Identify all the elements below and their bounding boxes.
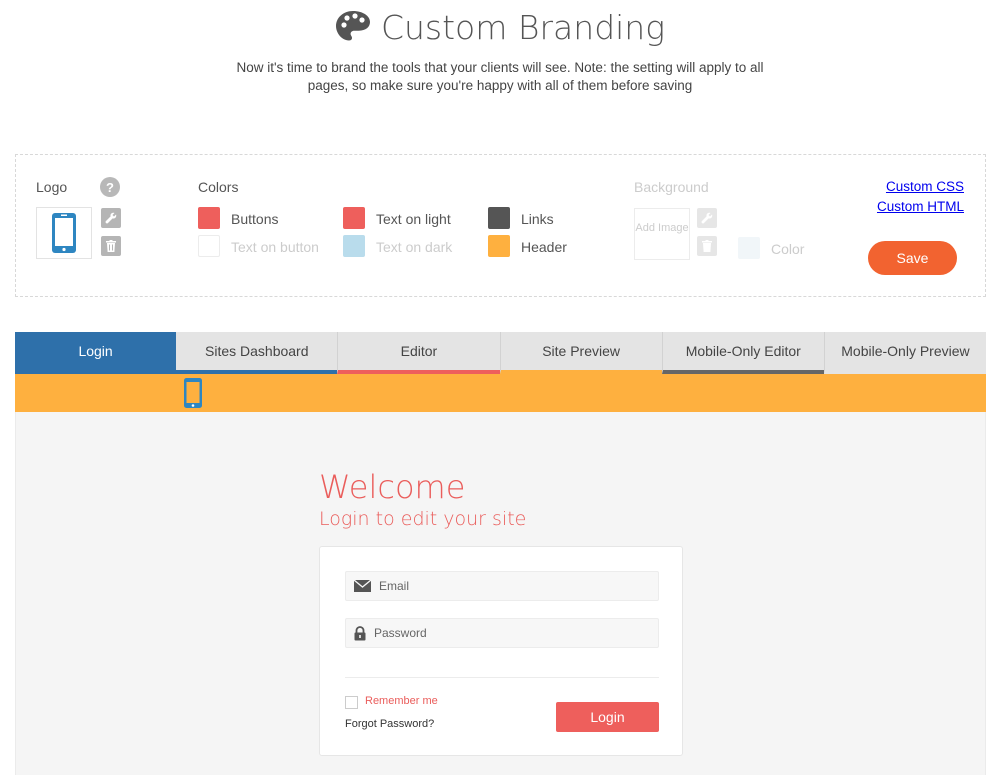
buttons-color-swatch[interactable] [198, 207, 220, 229]
mobile-phone-icon [184, 378, 202, 408]
welcome-heading: Welcome [319, 468, 466, 506]
trash-icon [702, 240, 712, 252]
wrench-icon [105, 212, 117, 224]
add-background-image[interactable]: Add Image [634, 208, 690, 260]
background-label: Background [634, 179, 709, 195]
delete-logo-button[interactable] [101, 236, 121, 256]
login-preview: Welcome Login to edit your site Remember… [15, 412, 986, 775]
logo-label: Logo [36, 179, 68, 195]
text-on-button-color-label: Text on button [231, 239, 319, 255]
wrench-icon [701, 212, 713, 224]
palette-icon [335, 11, 370, 41]
password-input[interactable] [374, 626, 634, 640]
email-input[interactable] [379, 579, 639, 593]
delete-background-button[interactable] [697, 236, 717, 256]
login-button[interactable]: Login [556, 702, 659, 732]
remember-me-checkbox[interactable] [345, 696, 358, 709]
form-divider [345, 677, 659, 678]
tab-mobile-only-editor[interactable]: Mobile-Only Editor [661, 332, 824, 374]
edit-logo-button[interactable] [101, 208, 121, 228]
preview-header-bar [15, 374, 986, 412]
branding-settings-panel: Logo ? Colors Buttons Text on button Tex… [15, 154, 986, 297]
envelope-icon [354, 580, 371, 592]
forgot-password-link[interactable]: Forgot Password? [345, 718, 434, 730]
edit-background-button[interactable] [697, 208, 717, 228]
save-button[interactable]: Save [868, 241, 957, 275]
buttons-color-label: Buttons [231, 211, 279, 227]
logo-preview[interactable] [36, 207, 92, 259]
text-on-button-color-swatch[interactable] [198, 235, 220, 257]
mobile-phone-icon [52, 213, 76, 253]
preview-tabs: Login Sites Dashboard Editor Site Previe… [15, 332, 987, 374]
trash-icon [106, 240, 116, 252]
links-color-swatch[interactable] [488, 207, 510, 229]
remember-me-label: Remember me [365, 695, 438, 707]
tab-mobile-only-preview[interactable]: Mobile-Only Preview [823, 332, 987, 374]
custom-css-link[interactable]: Custom CSS [886, 179, 964, 194]
text-on-dark-color-label: Text on dark [376, 239, 453, 255]
colors-label: Colors [198, 179, 239, 195]
welcome-subheading: Login to edit your site [319, 508, 527, 530]
header-color-swatch[interactable] [488, 235, 510, 257]
email-field-wrapper[interactable] [345, 571, 659, 601]
text-on-light-color-swatch[interactable] [343, 207, 365, 229]
password-field-wrapper[interactable] [345, 618, 659, 648]
tab-login[interactable]: Login [15, 332, 177, 374]
tab-sites-dashboard[interactable]: Sites Dashboard [176, 332, 338, 374]
lock-icon [354, 625, 366, 640]
page-header: Custom Branding [0, 0, 1000, 54]
header-color-label: Header [521, 239, 567, 255]
page-subtitle: Now it's time to brand the tools that yo… [236, 60, 764, 93]
background-color-swatch[interactable] [738, 237, 760, 259]
background-color-label: Color [771, 241, 805, 257]
login-form: Remember me Forgot Password? Login [319, 546, 683, 756]
text-on-light-color-label: Text on light [376, 211, 451, 227]
links-color-label: Links [521, 211, 554, 227]
text-on-dark-color-swatch[interactable] [343, 235, 365, 257]
page-title: Custom Branding [380, 7, 666, 47]
help-icon[interactable]: ? [100, 177, 120, 197]
tab-editor[interactable]: Editor [337, 332, 500, 374]
tab-site-preview[interactable]: Site Preview [499, 332, 662, 374]
custom-html-link[interactable]: Custom HTML [877, 199, 964, 214]
